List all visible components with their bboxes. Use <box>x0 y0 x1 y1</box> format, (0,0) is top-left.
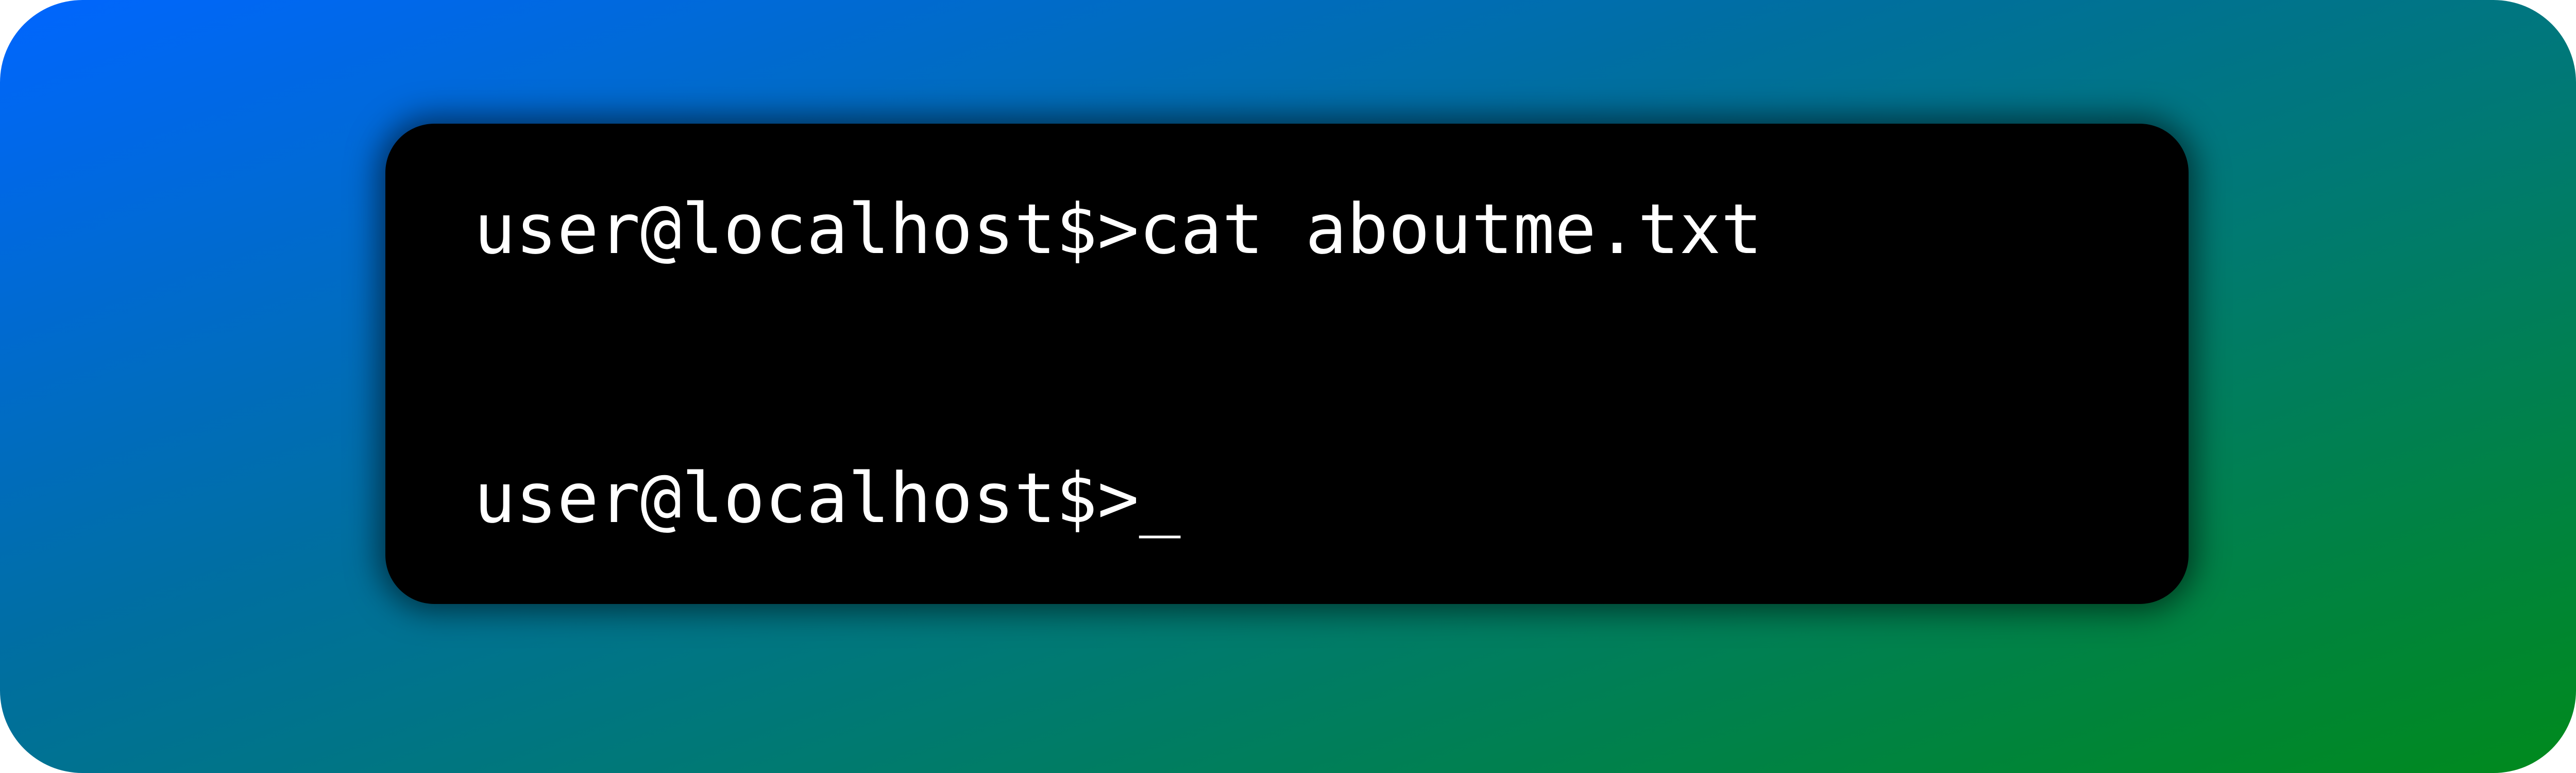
terminal-prompt: user@localhost$> <box>474 458 1139 539</box>
terminal-line-input[interactable]: user@localhost$>_ <box>474 464 1180 533</box>
gradient-background: user@localhost$>cat aboutme.txt user@loc… <box>0 0 2576 773</box>
terminal-cursor: _ <box>1139 458 1181 539</box>
terminal-command: cat aboutme.txt <box>1139 189 1762 270</box>
terminal-window[interactable]: user@localhost$>cat aboutme.txt user@loc… <box>385 124 2189 604</box>
terminal-prompt: user@localhost$> <box>474 189 1139 270</box>
terminal-line-command: user@localhost$>cat aboutme.txt <box>474 195 1762 264</box>
